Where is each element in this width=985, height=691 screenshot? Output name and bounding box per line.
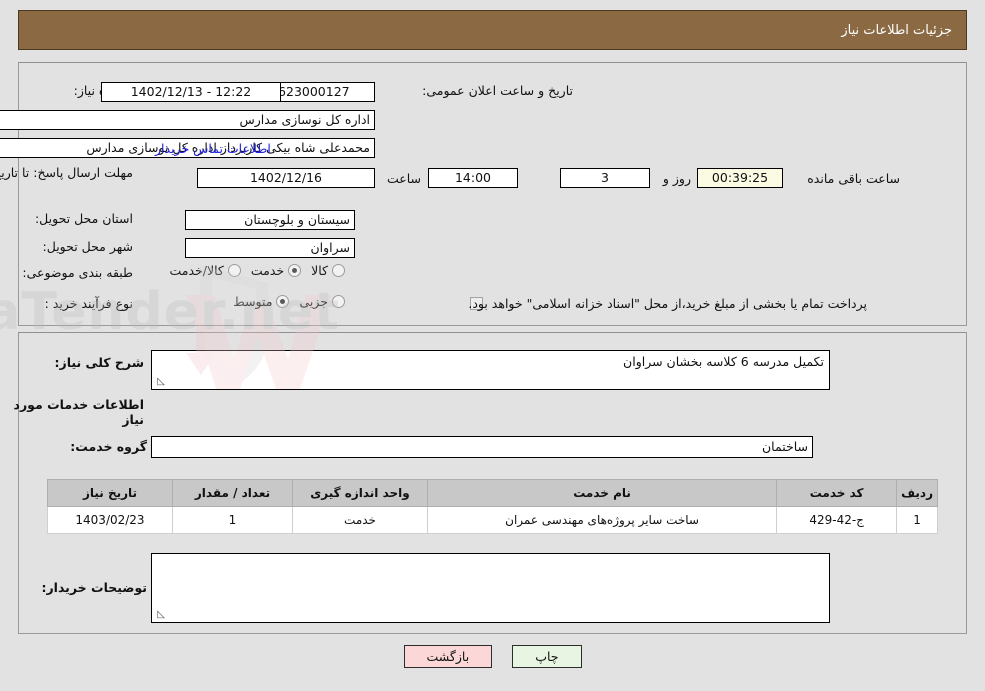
category-label-kala-khedmat: کالا/خدمت (169, 263, 224, 278)
cell-need-date: 1403/02/23 (47, 506, 173, 534)
resize-grip-icon-2[interactable]: ◺ (155, 610, 165, 620)
category-radio-khedmat[interactable] (288, 264, 302, 277)
cell-quantity: 1 (172, 506, 293, 534)
announce-datetime-label: تاریخ و ساعت اعلان عمومی: (422, 83, 573, 98)
process-radio-motavasset[interactable] (276, 295, 290, 308)
resize-grip-icon[interactable]: ◺ (155, 377, 165, 387)
category-radio-kala[interactable] (332, 264, 345, 277)
cell-code: ج-42-429 (776, 506, 898, 534)
category-radio-group: کالا خدمت کالا/خدمت (159, 263, 345, 278)
col-need-date: تاریخ نیاز (47, 479, 173, 507)
col-name: نام خدمت (426, 479, 778, 507)
buyer-comments-label: توضیحات خریدار: (41, 580, 147, 595)
back-button[interactable]: بازگشت (403, 645, 493, 668)
category-label: طبقه بندی موضوعی: (22, 265, 133, 280)
process-radio-jozii[interactable] (332, 295, 345, 308)
province-label: استان محل تحویل: (34, 211, 133, 226)
deadline-date-field[interactable]: 1402/12/16 (197, 168, 375, 188)
col-index: ردیف (896, 479, 938, 507)
buyer-comments-textarea[interactable]: ◺ (151, 553, 830, 623)
process-label: نوع فرآیند خرید : (44, 296, 133, 311)
process-label-jozii: جزیی (299, 294, 328, 309)
page-title: جزئیات اطلاعات نیاز (841, 22, 952, 38)
cell-name: ساخت سایر پروژه‌های مهندسی عمران (426, 506, 778, 534)
services-section-title: اطلاعات خدمات مورد نیاز (13, 397, 144, 427)
process-radio-group: جزیی متوسط (223, 294, 345, 309)
category-label-kala: کالا (311, 263, 328, 278)
process-label-motavasset: متوسط (233, 294, 273, 309)
category-label-khedmat: خدمت (250, 263, 285, 278)
col-quantity: تعداد / مقدار (172, 479, 293, 507)
treasury-note: پرداخت تمام یا بخشی از مبلغ خرید،از محل … (468, 296, 867, 311)
buyer-org-field[interactable]: اداره کل نوسازی مدارس (0, 110, 375, 130)
buyer-contact-link[interactable]: اطلاعات تماس خریدار (155, 141, 271, 156)
general-need-label: شرح کلی نیاز: (54, 355, 144, 370)
footer-buttons: چاپ بازگشت (0, 645, 985, 668)
cell-unit: خدمت (292, 506, 428, 534)
col-unit: واحد اندازه گیری (292, 479, 428, 507)
province-field[interactable]: سیستان و بلوچستان (185, 210, 355, 230)
table-header-row: ردیف کد خدمت نام خدمت واحد اندازه گیری ت… (47, 479, 938, 507)
days-word-label: روز و (662, 171, 691, 186)
general-need-textarea[interactable]: تکمیل مدرسه 6 کلاسه بخشان سراوان ◺ (151, 350, 830, 390)
service-group-label: گروه خدمت: (70, 439, 147, 454)
col-code: کد خدمت (776, 479, 898, 507)
general-need-value: تکمیل مدرسه 6 کلاسه بخشان سراوان (623, 354, 824, 369)
print-button[interactable]: چاپ (512, 645, 582, 668)
days-remaining-field[interactable]: 3 (560, 168, 650, 188)
remaining-suffix-label: ساعت باقی مانده (807, 171, 900, 186)
cell-index: 1 (896, 506, 938, 534)
city-field[interactable]: سراوان (185, 238, 355, 258)
deadline-label: مهلت ارسال پاسخ: تا تاریخ: (0, 165, 133, 180)
announce-datetime-field[interactable]: 12:22 - 1402/12/13 (101, 82, 281, 102)
deadline-time-field[interactable]: 14:00 (428, 168, 518, 188)
hour-label: ساعت (386, 171, 421, 186)
countdown-field: 00:39:25 (697, 168, 783, 188)
city-label: شهر محل تحویل: (42, 239, 133, 254)
page-header: جزئیات اطلاعات نیاز (18, 10, 967, 50)
services-table: ردیف کد خدمت نام خدمت واحد اندازه گیری ت… (47, 479, 938, 534)
category-radio-kala-khedmat[interactable] (227, 264, 241, 277)
table-row: 1 ج-42-429 ساخت سایر پروژه‌های مهندسی عم… (47, 506, 938, 534)
service-group-field[interactable]: ساختمان (151, 436, 813, 458)
